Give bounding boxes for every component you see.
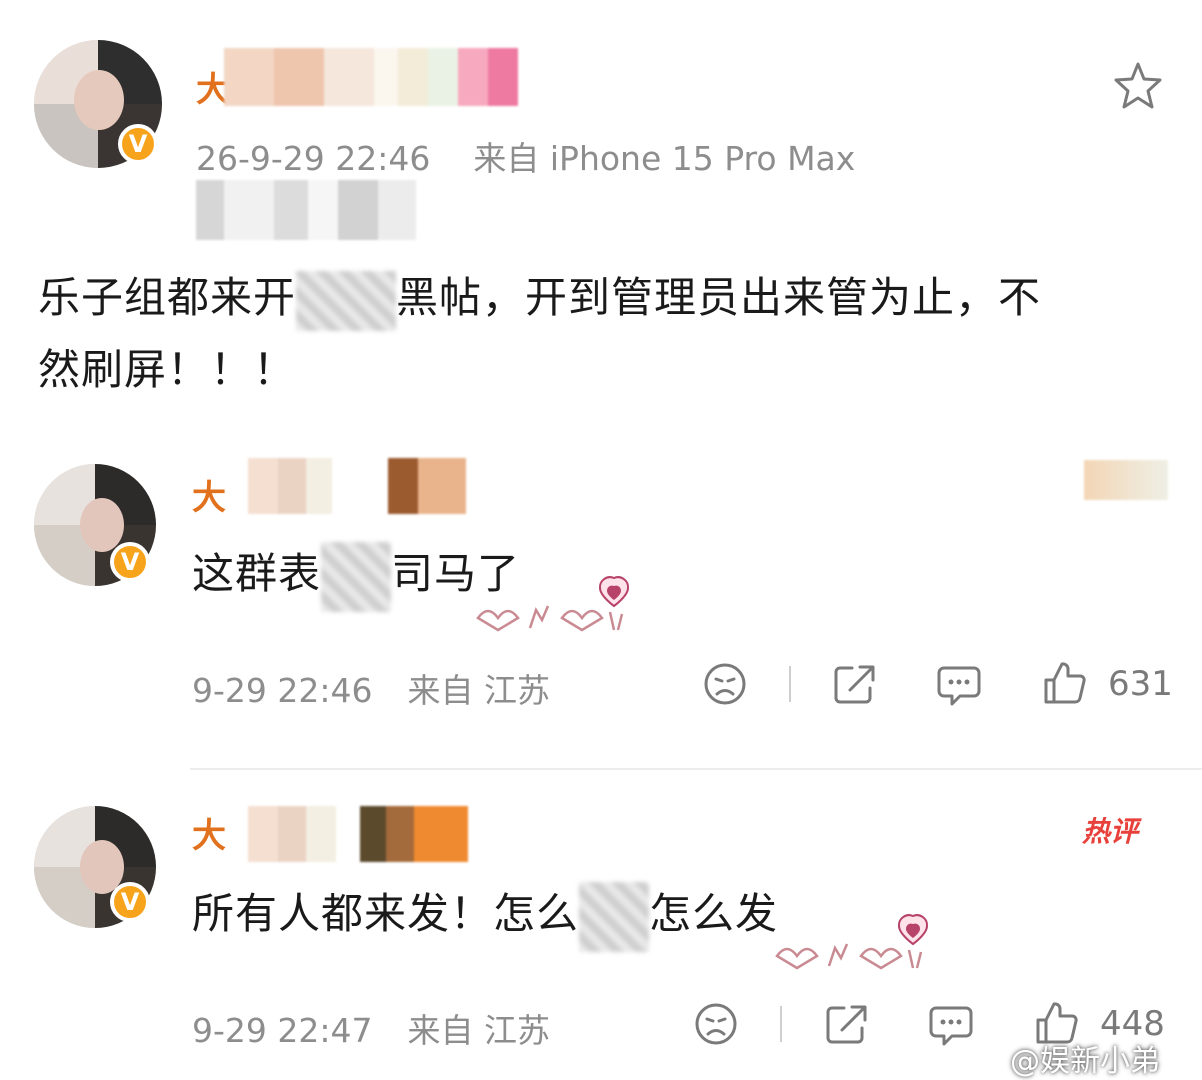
redacted-mask [579,881,650,952]
share-icon[interactable] [824,1002,870,1046]
post-body-line2: 然刷屏！！！ [38,345,297,394]
verified-badge-icon: V [118,124,158,164]
comment-time: 9-29 22:47 [192,1011,373,1050]
post-body: 乐子组都来开 黑帖，开到管理员出来管为止，不 然刷屏！！！ [38,262,1168,406]
comment-text: 所有人都来发！怎么 怎么发 [192,880,778,952]
comment-bubble-icon[interactable] [928,1002,974,1048]
dislike-face-icon[interactable] [694,1002,738,1046]
post-author-name-redacted [224,48,518,106]
post-body-part2: 黑帖，开到管理员出来管为止，不 [396,273,1042,322]
redacted-mask [296,270,397,331]
post-time: 26-9-29 22:46 [196,139,431,178]
comment-divider [190,768,1202,770]
comment-source: 来自 江苏 [407,1011,551,1050]
comment-author-name[interactable]: 大 [192,808,226,857]
comment-author-name[interactable]: 大 [192,470,226,519]
comment-meta: 9-29 22:46 来自 江苏 [192,664,550,712]
like-thumb-icon[interactable] [1042,660,1088,706]
comment-author-name-redacted [248,806,468,862]
dislike-face-icon[interactable] [703,662,747,706]
comment-text: 这群表 司马了 [192,540,520,612]
comment-text-part1: 这群表 [192,549,322,598]
like-count: 631 [1108,664,1173,704]
verified-badge-icon: V [110,882,150,922]
comment-source: 来自 江苏 [407,671,551,710]
post-body-part1: 乐子组都来开 [38,273,297,322]
post-meta-redacted [196,180,416,240]
heart-hands-icon [476,576,630,632]
post-source: 来自 iPhone 15 Pro Max [473,139,856,178]
action-divider [789,666,791,702]
star-outline-icon[interactable] [1112,60,1164,112]
watermark: @娱新小弟 [1010,1044,1160,1079]
verified-badge-icon: V [110,542,150,582]
comment-bubble-icon[interactable] [936,662,982,708]
comment-badge-redacted [1084,460,1168,500]
comment-author-name-redacted [248,458,468,514]
comment-text-part2: 怎么发 [649,889,779,938]
comment-meta: 9-29 22:47 来自 江苏 [192,1004,550,1052]
comment-time: 9-29 22:46 [192,671,373,710]
hot-comment-badge: 热评 [1082,815,1139,848]
share-icon[interactable] [832,662,878,706]
sticker-hand-hearts [474,572,634,634]
comment-text-part1: 所有人都来发！怎么 [192,889,580,938]
redacted-mask [321,541,392,612]
post-meta: 26-9-29 22:46 来自 iPhone 15 Pro Max [196,132,855,180]
action-divider [780,1006,782,1042]
sticker-hand-hearts [768,910,938,972]
heart-hands-icon [775,914,929,970]
